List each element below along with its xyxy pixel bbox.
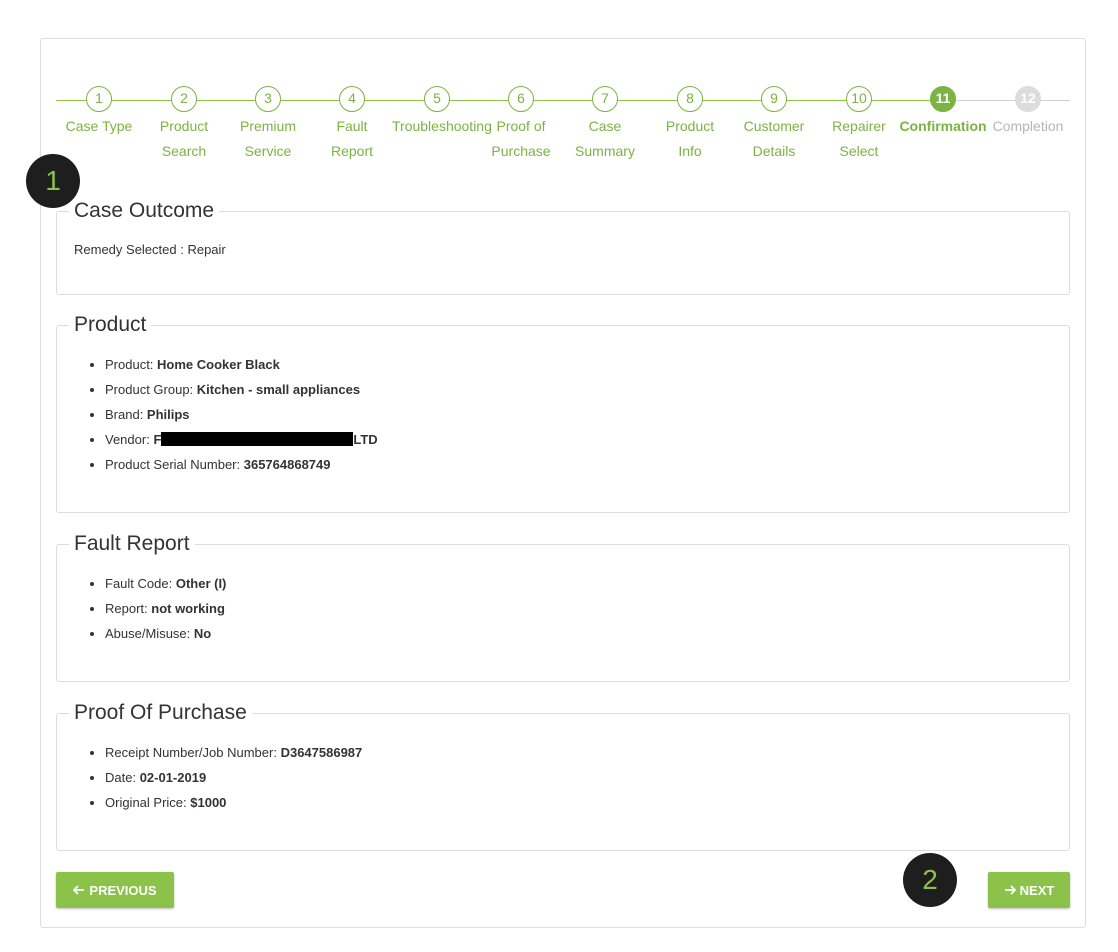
step-label: Case Summary	[575, 118, 635, 159]
step-label: Case Type	[65, 118, 133, 134]
wizard-step-customer-details[interactable]: 9 Customer Details	[729, 86, 819, 164]
wizard-step-confirmation[interactable]: 11 Confirmation	[898, 86, 988, 139]
case-outcome-title: Case Outcome	[69, 198, 220, 224]
wizard-step-completion: 12 Completion	[983, 86, 1073, 139]
fault-report-panel: Fault Report Fault Code: Other (I) Repor…	[56, 531, 1070, 682]
step-label: Repairer Select	[832, 118, 886, 159]
product-title: Product	[69, 312, 152, 338]
wizard-step-product-search[interactable]: 2 Product Search	[139, 86, 229, 164]
product-panel: Product Product: Home Cooker Black Produ…	[56, 312, 1070, 513]
case-outcome-panel: Case Outcome Remedy Selected : Repair	[56, 198, 1070, 295]
proof-of-purchase-panel: Proof Of Purchase Receipt Number/Job Num…	[56, 700, 1070, 851]
list-item: Original Price: $1000	[105, 790, 1069, 815]
step-label: Product Search	[159, 118, 209, 159]
annotation-badge-2: 2	[903, 853, 957, 907]
arrow-right-icon	[1004, 883, 1016, 898]
step-label: Completion	[992, 118, 1064, 134]
step-number: 2	[171, 86, 197, 112]
list-item: Vendor: FLTD	[105, 427, 1069, 452]
next-button[interactable]: NEXT	[988, 872, 1070, 908]
wizard-step-fault-report[interactable]: 4 Fault Report	[307, 86, 397, 164]
list-item: Date: 02-01-2019	[105, 765, 1069, 790]
step-number: 3	[255, 86, 281, 112]
step-number: 7	[592, 86, 618, 112]
purchase-details-list: Receipt Number/Job Number: D3647586987 D…	[57, 740, 1069, 815]
step-number: 12	[1015, 86, 1041, 112]
wizard-step-case-summary[interactable]: 7 Case Summary	[560, 86, 650, 164]
step-label: Proof of Purchase	[491, 118, 551, 159]
list-item: Report: not working	[105, 596, 1069, 621]
fault-details-list: Fault Code: Other (I) Report: not workin…	[57, 571, 1069, 646]
step-label: Fault Report	[330, 118, 374, 159]
step-label: Troubleshooting	[392, 118, 492, 134]
product-details-list: Product: Home Cooker Black Product Group…	[57, 352, 1069, 477]
step-number: 6	[508, 86, 534, 112]
step-number: 9	[761, 86, 787, 112]
wizard-step-case-type[interactable]: 1 Case Type	[54, 86, 144, 139]
step-label: Product Info	[665, 118, 715, 159]
previous-button[interactable]: PREVIOUS	[56, 872, 174, 908]
list-item: Product Group: Kitchen - small appliance…	[105, 377, 1069, 402]
list-item: Receipt Number/Job Number: D3647586987	[105, 740, 1069, 765]
wizard-step-premium-service[interactable]: 3 Premium Service	[223, 86, 313, 164]
step-number: 10	[846, 86, 872, 112]
wizard-step-proof-of-purchase[interactable]: 6 Proof of Purchase	[476, 86, 566, 164]
step-number: 5	[424, 86, 450, 112]
list-item: Fault Code: Other (I)	[105, 571, 1069, 596]
wizard-step-product-info[interactable]: 8 Product Info	[645, 86, 735, 164]
step-number: 1	[86, 86, 112, 112]
list-item: Brand: Philips	[105, 402, 1069, 427]
step-number: 4	[339, 86, 365, 112]
step-number: 11	[930, 86, 956, 112]
step-label: Customer Details	[743, 118, 805, 159]
list-item: Abuse/Misuse: No	[105, 621, 1069, 646]
proof-of-purchase-title: Proof Of Purchase	[69, 700, 252, 726]
redaction-bar	[161, 432, 354, 446]
next-label: NEXT	[1019, 882, 1055, 898]
wizard-step-repairer-select[interactable]: 10 Repairer Select	[814, 86, 904, 164]
step-label: Confirmation	[899, 118, 987, 134]
previous-label: PREVIOUS	[89, 882, 157, 898]
list-item: Product: Home Cooker Black	[105, 352, 1069, 377]
arrow-left-icon	[73, 883, 85, 898]
fault-report-title: Fault Report	[69, 531, 195, 557]
step-label: Premium Service	[239, 118, 296, 159]
annotation-badge-1: 1	[26, 154, 80, 208]
wizard-step-troubleshooting[interactable]: 5 Troubleshooting	[392, 86, 492, 139]
step-number: 8	[677, 86, 703, 112]
list-item: Product Serial Number: 365764868749	[105, 452, 1069, 477]
